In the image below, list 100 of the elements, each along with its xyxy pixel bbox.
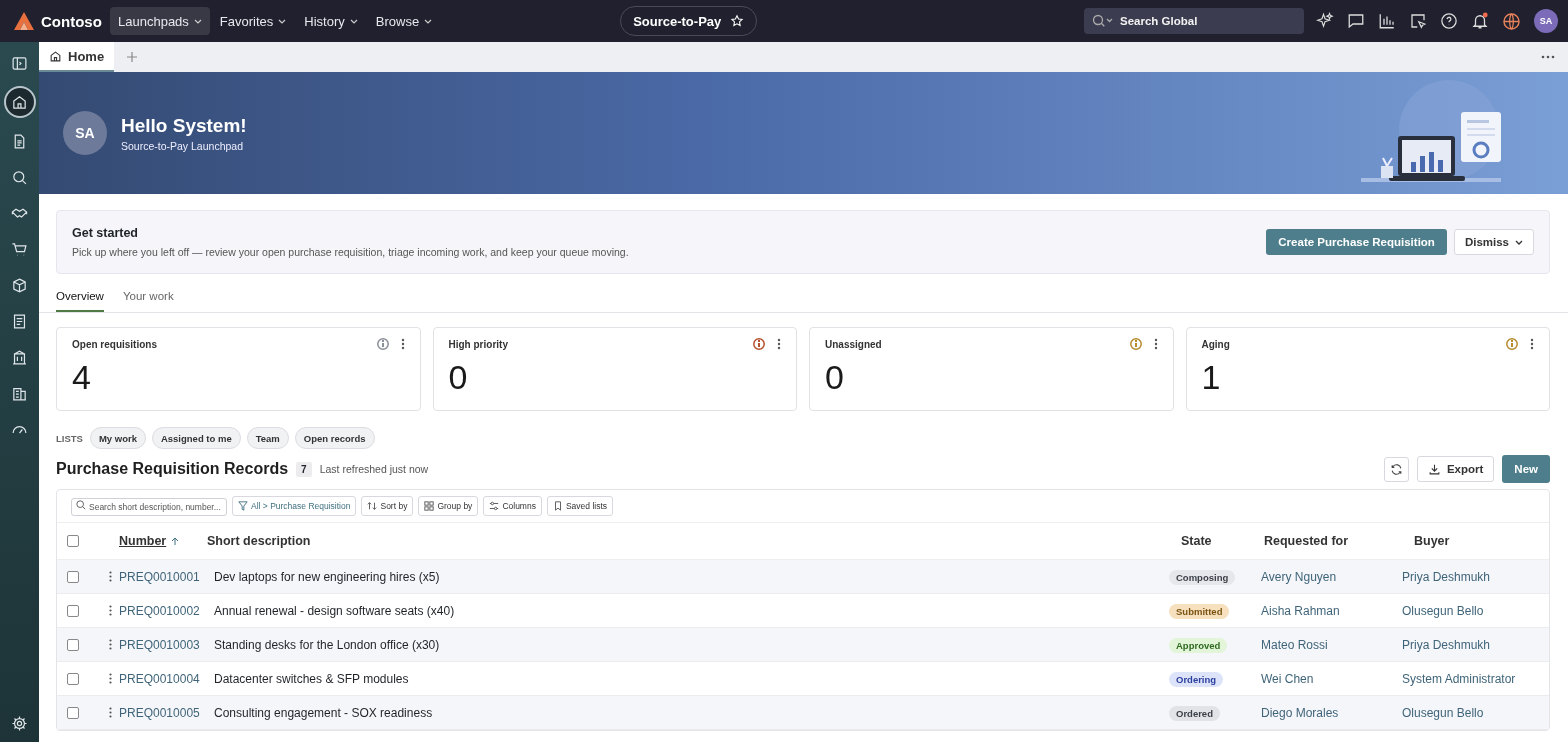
brand-name: Contoso [41, 12, 102, 30]
chat-icon[interactable] [1347, 12, 1365, 30]
toolbar-button[interactable]: Group by [418, 496, 479, 516]
column-header[interactable]: Number [112, 534, 207, 548]
row-checkbox[interactable] [67, 638, 79, 651]
toolbar-button[interactable]: Columns [483, 496, 542, 516]
kebab-icon[interactable] [1530, 338, 1534, 350]
state-label: Composing [1169, 569, 1236, 585]
cursor-icon[interactable] [1409, 12, 1427, 30]
refresh-icon [1389, 462, 1403, 476]
description-text: Dev laptops for new engineering hires (x5) [214, 569, 440, 584]
select-all-checkbox[interactable] [67, 535, 79, 547]
person-link[interactable]: Olusegun Bello [1402, 603, 1484, 618]
logo-icon [14, 12, 34, 30]
metric-value: 1 [1201, 358, 1222, 397]
kebab-icon[interactable] [1153, 338, 1158, 350]
kebab-icon[interactable] [400, 338, 405, 350]
new-button[interactable]: New [1502, 455, 1550, 483]
record-number-link[interactable]: PREQ0010003 [119, 637, 200, 652]
sort-icon [367, 501, 378, 511]
sparkle-icon[interactable] [1316, 12, 1334, 30]
get-started-text: Pick up where you left off — review your open purchase requisition, triage incoming work, and keep your queue moving. [72, 246, 630, 258]
view-tab[interactable]: Overview [56, 290, 104, 312]
description-text: Standing desks for the London office (x30) [214, 637, 440, 652]
nav-menu[interactable]: Browse [367, 7, 441, 35]
column-header[interactable]: Requested for [1261, 534, 1402, 548]
description-text: Annual renewal - design software seats (x40) [214, 603, 455, 618]
column-header[interactable]: State [1169, 534, 1261, 548]
person-link[interactable]: Olusegun Bello [1402, 705, 1484, 720]
row-menu-icon[interactable] [109, 605, 112, 616]
metric-label: High priority [448, 338, 509, 350]
caret-icon [424, 18, 433, 24]
person-link[interactable]: Aisha Rahman [1261, 603, 1340, 618]
record-number-link[interactable]: PREQ0010002 [119, 603, 200, 618]
list-chip[interactable]: Assigned to me [151, 427, 241, 449]
settings-icon[interactable] [11, 715, 28, 732]
info-icon[interactable] [753, 338, 765, 350]
description-text: Consulting engagement - SOX readiness [214, 705, 433, 720]
person-link[interactable]: Diego Morales [1261, 705, 1339, 720]
record-number-link[interactable]: PREQ0010005 [119, 705, 200, 720]
person-link[interactable]: Priya Deshmukh [1402, 637, 1491, 652]
home-icon[interactable] [3, 86, 36, 118]
person-link[interactable]: Avery Nguyen [1261, 569, 1337, 584]
row-menu-icon[interactable] [109, 571, 112, 582]
create-requisition-button[interactable]: Create Purchase Requisition [1266, 229, 1447, 255]
toolbar-button[interactable]: Sort by [361, 496, 414, 516]
metric-value: 4 [72, 358, 92, 397]
info-icon[interactable] [1129, 338, 1142, 350]
records-title: Purchase Requisition Records [56, 460, 289, 478]
person-link[interactable]: Wei Chen [1261, 671, 1314, 686]
record-number-link[interactable]: PREQ0010001 [119, 569, 200, 584]
kebab-icon[interactable] [777, 338, 781, 350]
refresh-button[interactable] [1383, 456, 1409, 482]
state-label: Ordered [1169, 705, 1220, 721]
nav-menu[interactable]: History [296, 7, 366, 35]
caret-icon [1515, 239, 1523, 245]
row-checkbox[interactable] [67, 604, 79, 617]
filter-icon [238, 501, 248, 511]
list-chip[interactable]: Open records [294, 427, 375, 449]
person-link[interactable]: Priya Deshmukh [1402, 569, 1491, 584]
page-tab[interactable]: Home [39, 42, 115, 72]
row-checkbox[interactable] [67, 672, 79, 685]
dismiss-button[interactable]: Dismiss [1453, 229, 1534, 255]
more-icon[interactable] [1541, 55, 1555, 59]
caret-icon [278, 18, 287, 24]
help-icon[interactable] [1440, 12, 1458, 30]
notification-icon[interactable] [1471, 12, 1489, 30]
column-header[interactable]: Short description [207, 534, 1169, 548]
user-avatar[interactable]: SA [1534, 9, 1558, 33]
info-icon[interactable] [1506, 338, 1518, 350]
person-link[interactable]: System Administrator [1402, 671, 1516, 686]
row-menu-icon[interactable] [109, 673, 112, 684]
home-icon [49, 49, 62, 63]
list-chip[interactable]: Team [246, 427, 289, 449]
info-icon[interactable] [376, 338, 389, 350]
person-link[interactable]: Mateo Rossi [1261, 637, 1328, 652]
column-header[interactable]: Buyer [1402, 534, 1549, 548]
record-number-link[interactable]: PREQ0010004 [119, 671, 200, 686]
row-menu-icon[interactable] [109, 707, 112, 718]
greeting-title: Hello System! [121, 114, 247, 137]
row-menu-icon[interactable] [109, 639, 112, 650]
global-search-field[interactable]: Search Global [1084, 8, 1304, 34]
table-search-field[interactable]: Search short description, number... [71, 498, 227, 516]
filter-button[interactable]: All > Purchase Requisition [232, 496, 357, 516]
grid-icon [424, 501, 435, 511]
nav-menu[interactable]: Favorites [211, 7, 295, 35]
view-tab[interactable]: Your work [122, 290, 174, 312]
toolbar-button[interactable]: Saved lists [546, 496, 614, 516]
refresh-status: Last refreshed just now [319, 463, 429, 475]
record-count: 7 [296, 461, 312, 477]
globe-icon[interactable] [1502, 11, 1521, 31]
sort-arrow-icon [171, 536, 180, 546]
nav-menu[interactable]: Launchpads [110, 7, 210, 35]
row-checkbox[interactable] [67, 570, 79, 583]
chart-icon[interactable] [1378, 12, 1396, 30]
caret-icon [349, 18, 358, 24]
row-checkbox[interactable] [67, 706, 79, 719]
list-chip[interactable]: My work [89, 427, 146, 449]
export-button[interactable]: Export [1416, 456, 1495, 482]
download-icon [1427, 462, 1441, 476]
